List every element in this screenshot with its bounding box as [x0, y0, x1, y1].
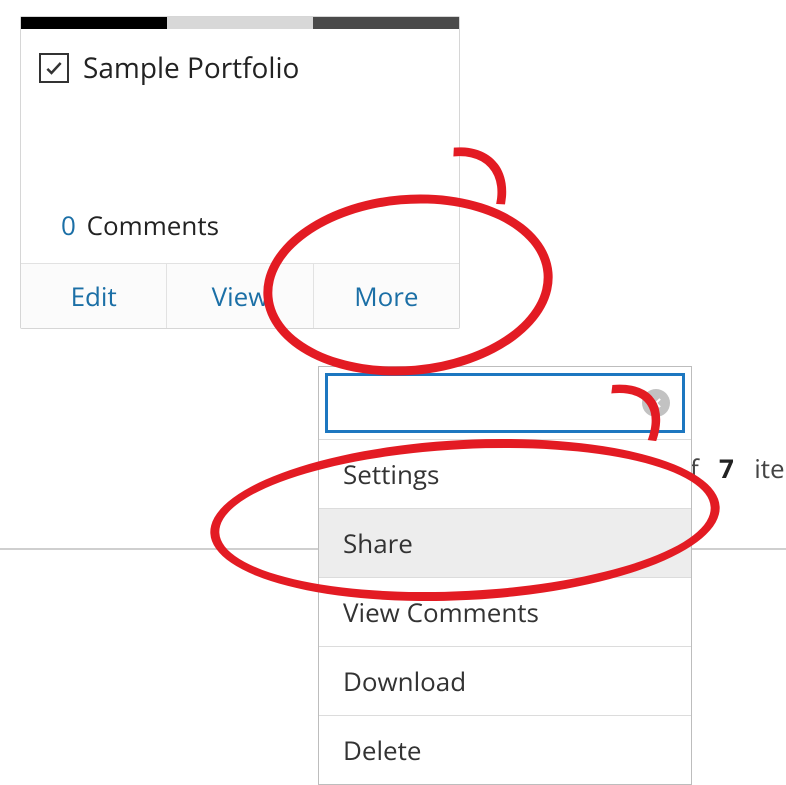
progress-segment: [21, 17, 167, 29]
edit-button[interactable]: Edit: [21, 264, 166, 328]
menu-item-download[interactable]: Download: [319, 646, 691, 715]
clear-search-button[interactable]: [642, 389, 670, 417]
pager-text: f 7 items: [690, 450, 786, 486]
more-button[interactable]: More: [313, 264, 459, 328]
progress-segment: [313, 17, 459, 29]
comments-link[interactable]: 0 Comments: [21, 203, 459, 263]
comments-label: Comments: [87, 207, 219, 243]
dropdown-search-input[interactable]: [325, 373, 685, 433]
portfolio-card: Sample Portfolio 0 Comments Edit View Mo…: [20, 16, 460, 329]
select-checkbox[interactable]: [39, 53, 69, 83]
pager-suffix: items: [754, 450, 786, 486]
menu-item-share[interactable]: Share: [319, 508, 691, 577]
menu-item-settings[interactable]: Settings: [319, 439, 691, 508]
portfolio-title: Sample Portfolio: [83, 49, 299, 87]
close-icon: [649, 396, 663, 410]
progress-segment: [167, 17, 313, 29]
view-button[interactable]: View: [166, 264, 312, 328]
menu-item-view-comments[interactable]: View Comments: [319, 577, 691, 646]
check-icon: [44, 58, 64, 78]
pager-total: 7: [719, 450, 734, 486]
menu-item-delete[interactable]: Delete: [319, 715, 691, 784]
card-body: [21, 93, 459, 203]
card-actions: Edit View More: [21, 263, 459, 328]
card-header: Sample Portfolio: [21, 29, 459, 93]
comments-count: 0: [61, 207, 76, 243]
more-dropdown: Settings Share View Comments Download De…: [318, 366, 692, 785]
progress-strip: [21, 17, 459, 29]
